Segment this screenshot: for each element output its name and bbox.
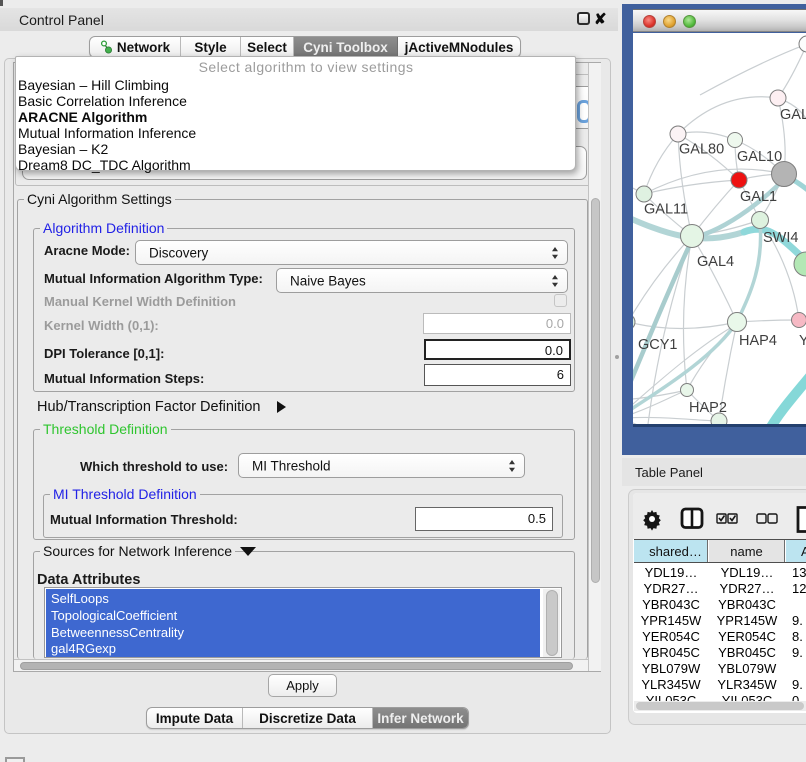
svg-text:GCY1: GCY1 xyxy=(638,337,678,353)
svg-text:GAL11: GAL11 xyxy=(644,202,688,218)
svg-text:HAP4: HAP4 xyxy=(739,333,777,349)
svg-text:GAL10: GAL10 xyxy=(737,149,782,165)
svg-text:GAL1: GAL1 xyxy=(740,189,777,205)
svg-text:Y: Y xyxy=(799,333,806,349)
svg-text:GAL80: GAL80 xyxy=(679,142,724,158)
svg-text:GAL8: GAL8 xyxy=(780,107,806,123)
svg-text:GAL4: GAL4 xyxy=(697,254,734,270)
svg-text:HAP2: HAP2 xyxy=(689,400,727,416)
svg-text:SWI4: SWI4 xyxy=(763,230,798,246)
